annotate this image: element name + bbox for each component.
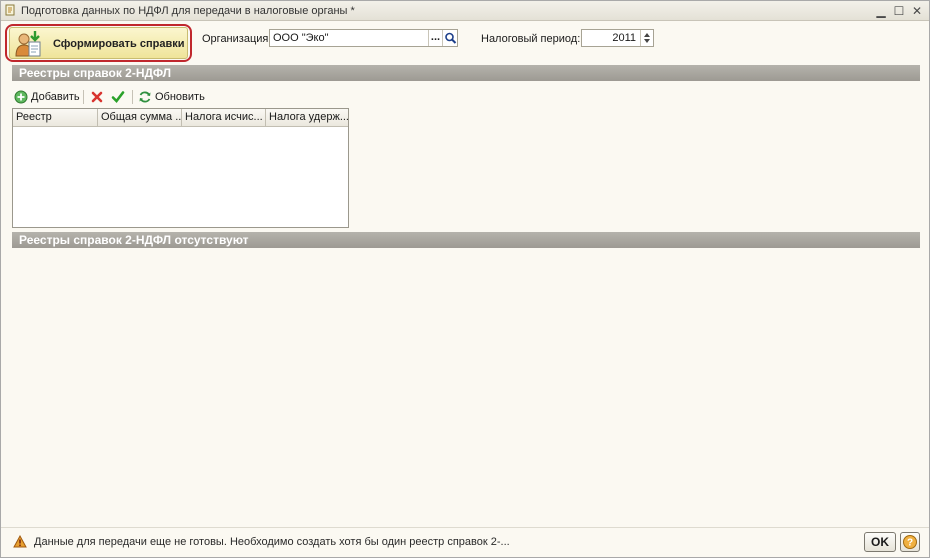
column-header-tax-withheld[interactable]: Налога удерж...	[266, 109, 348, 126]
organization-field[interactable]: ООО "Эко" ...	[269, 29, 458, 47]
close-icon[interactable]: ✕	[909, 3, 925, 19]
organization-label: Организация:	[202, 33, 272, 45]
search-icon	[445, 32, 457, 44]
tax-period-label: Налоговый период:	[481, 33, 581, 45]
form-app-icon	[5, 4, 15, 16]
tax-period-field[interactable]: 2011	[581, 29, 654, 47]
registers-table[interactable]: Реестр Общая сумма ... Налога исчис... Н…	[12, 108, 349, 228]
title-bar: Подготовка данных по НДФЛ для передачи в…	[1, 1, 929, 21]
refresh-icon	[139, 91, 151, 103]
warning-icon	[13, 535, 27, 548]
column-header-total-amount[interactable]: Общая сумма ...	[98, 109, 182, 126]
organization-value: ООО "Эко"	[273, 32, 329, 44]
status-message: Данные для передачи еще не готовы. Необх…	[34, 536, 510, 548]
status-bar: Данные для передачи еще не готовы. Необх…	[1, 527, 929, 557]
generate-certificates-label: Сформировать справки	[53, 38, 185, 50]
refresh-button[interactable]: Обновить	[138, 88, 208, 106]
minimize-icon[interactable]: ▁	[873, 3, 889, 19]
help-icon: ?	[903, 535, 917, 549]
add-button-label: Добавить	[31, 91, 80, 103]
form-window: Подготовка данных по НДФЛ для передачи в…	[0, 0, 930, 558]
registers-table-header: Реестр Общая сумма ... Налога исчис... Н…	[13, 109, 348, 127]
help-button[interactable]: ?	[900, 532, 920, 552]
add-button[interactable]: Добавить	[14, 88, 80, 106]
tax-period-stepper[interactable]	[640, 30, 653, 46]
column-header-register[interactable]: Реестр	[13, 109, 98, 126]
maximize-icon[interactable]: ☐	[891, 3, 907, 19]
registers-section-header: Реестры справок 2-НДФЛ	[12, 65, 920, 81]
window-title: Подготовка данных по НДФЛ для передачи в…	[21, 5, 355, 17]
column-header-tax-calculated[interactable]: Налога исчис...	[182, 109, 266, 126]
no-registers-section-header: Реестры справок 2-НДФЛ отсутствуют	[12, 232, 920, 248]
organization-open-button[interactable]	[442, 30, 457, 46]
svg-text:?: ?	[907, 538, 913, 549]
post-button[interactable]	[111, 88, 127, 106]
checkmark-icon	[111, 91, 125, 103]
refresh-button-label: Обновить	[155, 91, 205, 103]
tax-period-value: 2011	[612, 32, 636, 44]
add-icon	[14, 90, 28, 104]
command-separator	[83, 90, 84, 104]
generate-certificates-button[interactable]: Сформировать справки	[9, 27, 188, 59]
delete-button[interactable]	[90, 88, 106, 106]
spin-up-icon[interactable]	[644, 33, 650, 37]
window-controls: ▁ ☐ ✕	[873, 3, 925, 19]
delete-icon	[91, 91, 103, 103]
spin-down-icon[interactable]	[644, 39, 650, 43]
organization-select-button[interactable]: ...	[428, 30, 442, 46]
generate-certificates-icon	[15, 31, 41, 57]
ok-button[interactable]: OK	[864, 532, 896, 552]
command-separator	[132, 90, 133, 104]
